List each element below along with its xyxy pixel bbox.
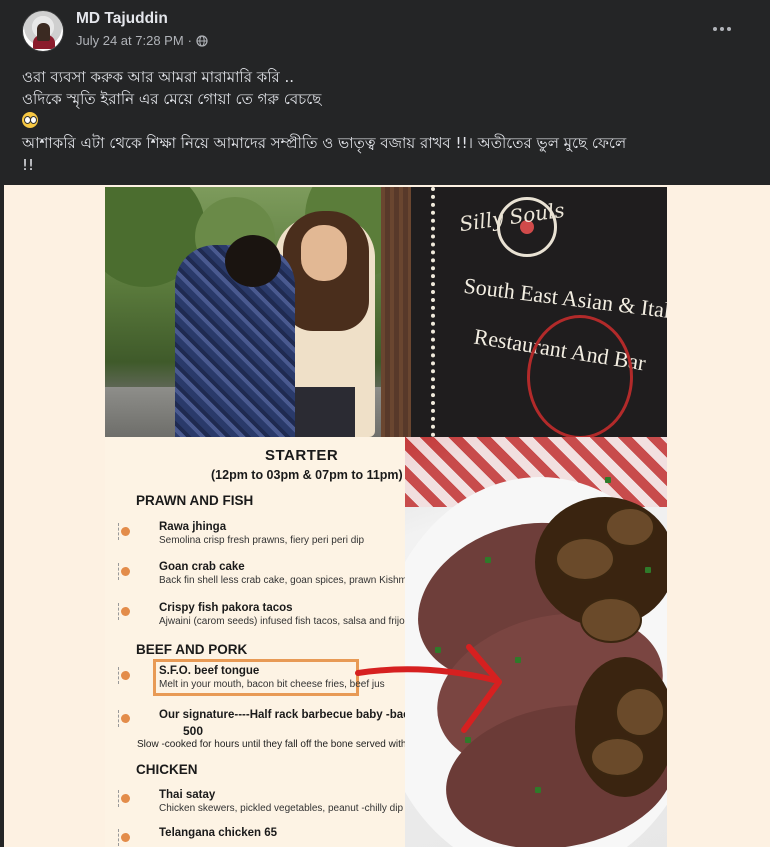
menu-timing: (12pm to 03pm & 07pm to 11pm)	[211, 468, 403, 482]
author-name[interactable]: MD Tajuddin	[76, 10, 168, 28]
post-text-line: ওদিকে স্মৃতি ইরানি এর মেয়ে গোয়া তে গরু…	[22, 90, 322, 108]
menu-title: STARTER	[265, 447, 339, 464]
menu-card: STARTER (12pm to 03pm & 07pm to 11pm) PR…	[105, 437, 405, 847]
facebook-post: MD Tajuddin July 24 at 7:28 PM · ওরা ব্য…	[0, 0, 770, 847]
globe-icon	[196, 34, 208, 47]
post-text-line: !!	[22, 156, 35, 174]
hugging-photo	[105, 187, 381, 437]
beef-tongue-photo	[405, 437, 667, 847]
post-meta: July 24 at 7:28 PM ·	[76, 33, 208, 48]
menu-section: CHICKEN	[136, 762, 198, 777]
menu-item: Telangana chicken 65	[159, 827, 278, 839]
menu-item: Goan crab cake Back fin shell less crab c…	[159, 561, 405, 586]
post-header: MD Tajuddin July 24 at 7:28 PM ·	[22, 8, 750, 58]
menu-section: PRAWN AND FISH	[136, 493, 254, 508]
menu-item-price: 500	[183, 724, 204, 738]
restaurant-sign-photo: Silly Souls South East Asian & Italian R…	[381, 187, 667, 437]
author-avatar[interactable]	[22, 10, 64, 52]
post-image[interactable]: Silly Souls South East Asian & Italian R…	[4, 185, 770, 847]
menu-item: Thai satay Chicken skewers, pickled veget…	[159, 789, 404, 814]
menu-item-desc: Slow -cooked for hours until they fall o…	[137, 739, 405, 750]
post-timestamp[interactable]: July 24 at 7:28 PM	[76, 33, 184, 48]
post-text-line: ওরা ব্যবসা করুক আর আমরা মারামারি করি ..	[22, 68, 295, 86]
red-circle-annotation	[527, 315, 633, 437]
post-text: ওরা ব্যবসা করুক আর আমরা মারামারি করি .. …	[22, 66, 752, 176]
menu-item: Our signature----Half rack barbecue baby…	[159, 709, 405, 721]
flushed-face-emoji	[22, 112, 38, 128]
more-options-icon[interactable]	[704, 18, 740, 40]
post-text-line: আশাকরি এটা থেকে শিক্ষা নিয়ে আমাদের সম্প…	[22, 134, 627, 152]
menu-item: Crispy fish pakora tacos Ajwaini (carom s…	[159, 602, 405, 627]
menu-item: Rawa jhinga Semolina crisp fresh prawns, …	[159, 521, 365, 546]
menu-section: BEEF AND PORK	[136, 642, 248, 657]
menu-item-highlighted: S.F.O. beef tongue Melt in your mouth, ba…	[159, 665, 385, 690]
